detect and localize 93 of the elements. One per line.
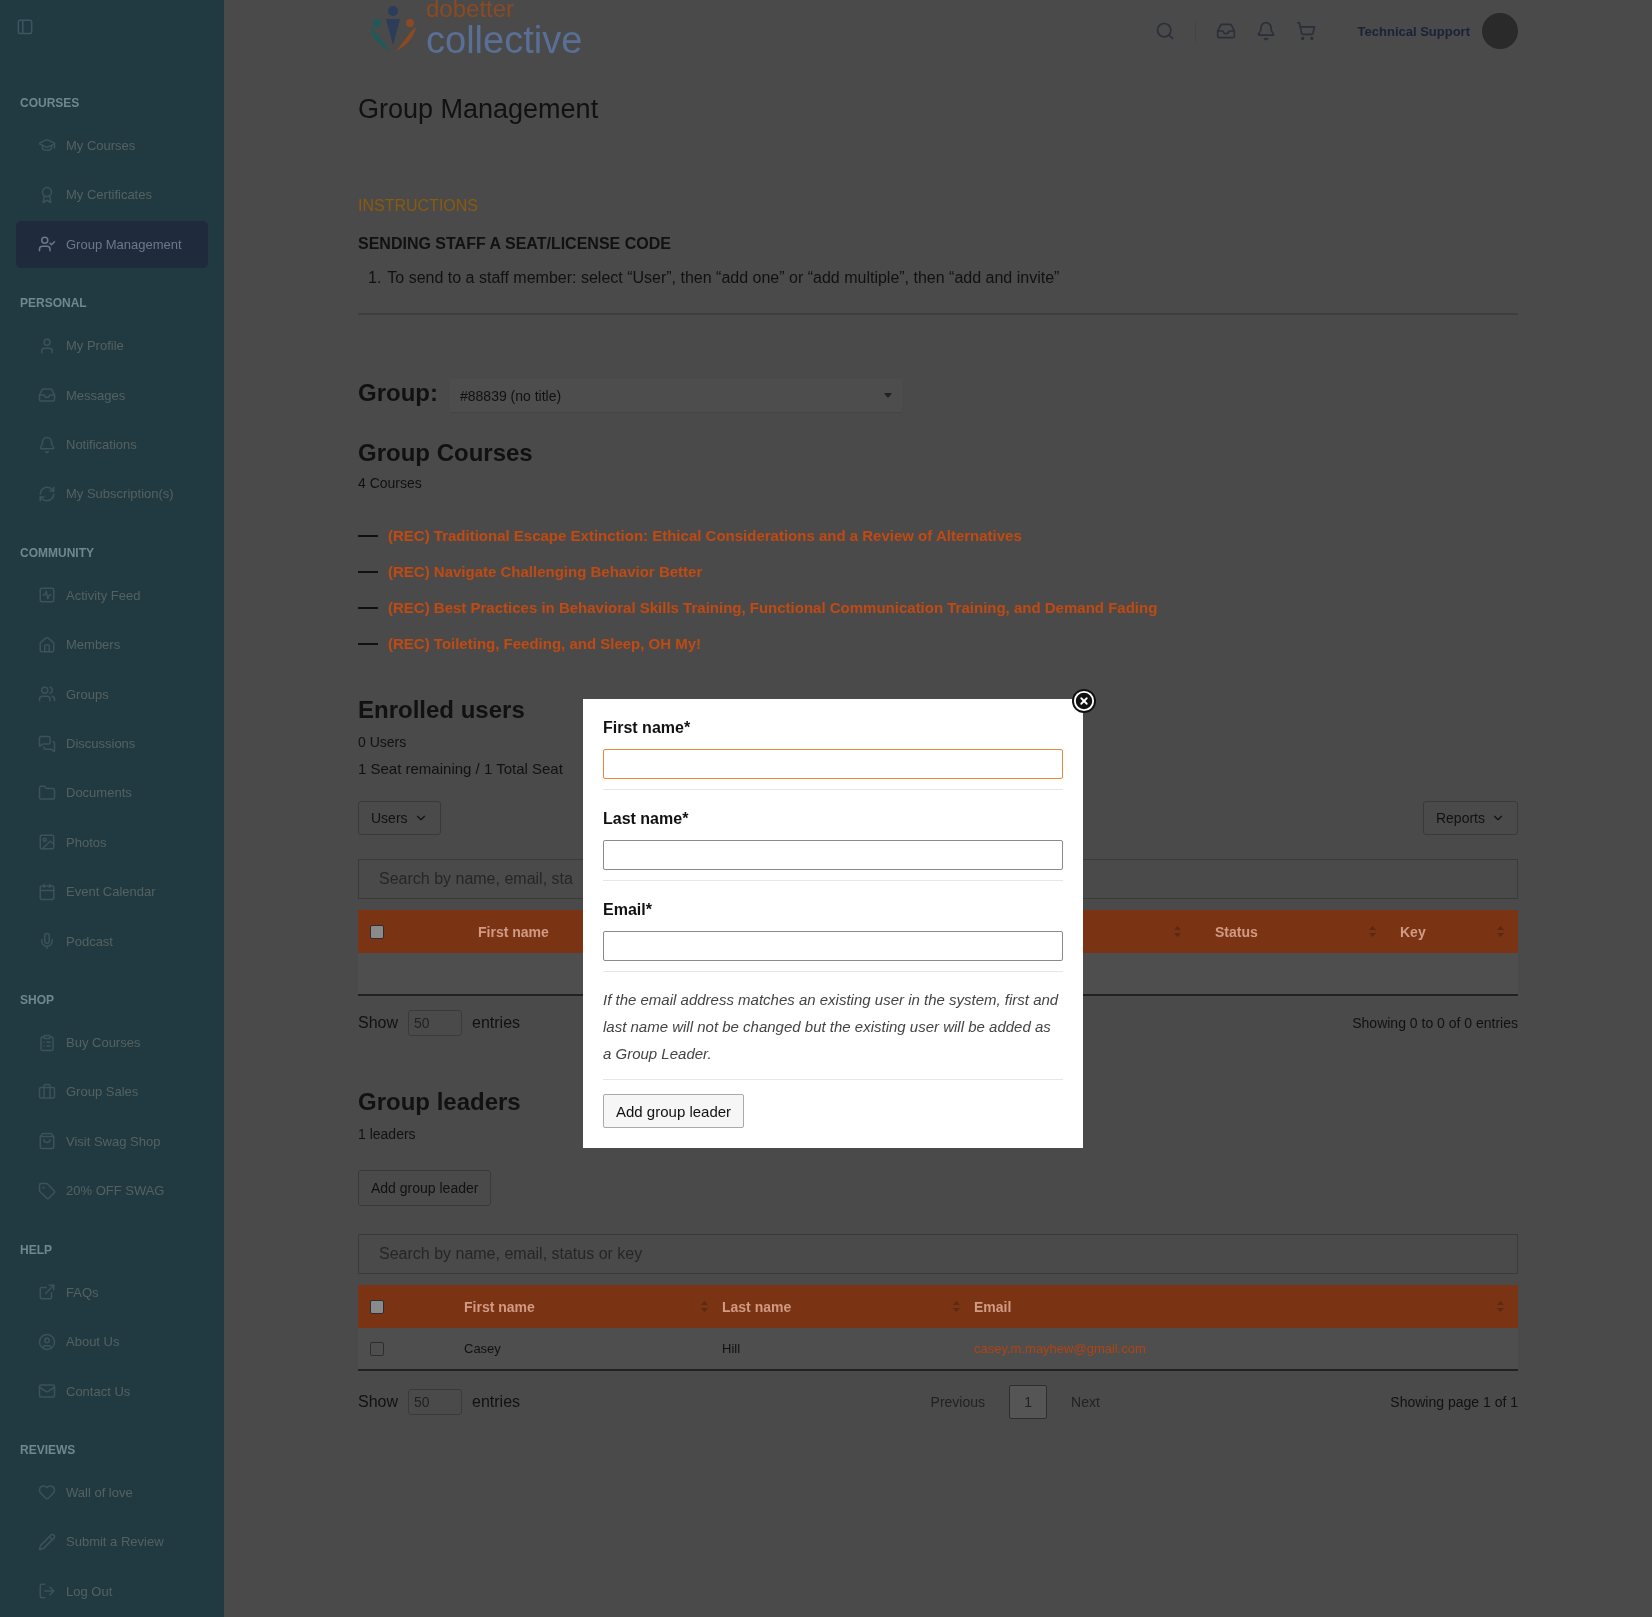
image-icon	[38, 833, 56, 852]
bag-icon	[38, 1132, 56, 1151]
folder-icon	[38, 783, 56, 802]
chat-icon	[38, 734, 56, 753]
sidebar-heading: SHOP	[20, 992, 55, 1007]
table-cell-text: Casey	[464, 1341, 502, 1356]
column-header[interactable]: First name	[478, 923, 549, 940]
course-link[interactable]: (REC) Traditional Escape Extinction: Ethical Considerations and a Review of Alternatives	[388, 527, 1022, 544]
course-count: 4 Courses	[358, 475, 422, 491]
course-link[interactable]: (REC) Toileting, Feeding, and Sleep, OH My!	[388, 635, 702, 652]
user-icon	[38, 336, 56, 355]
house-icon	[38, 635, 56, 654]
sidebar-heading: PERSONAL	[20, 296, 88, 310]
sidebar-heading: REVIEWS	[20, 1442, 77, 1457]
section-title: Enrolled users	[358, 696, 525, 724]
user-count: 0 Users	[358, 734, 407, 750]
avatar[interactable]	[1482, 13, 1518, 49]
column-header[interactable]: Status	[1215, 923, 1258, 940]
user-icon	[38, 1332, 56, 1351]
table-cell-text: Hill	[722, 1341, 742, 1356]
briefcase-icon	[38, 1083, 56, 1101]
sort-icon[interactable]	[1497, 926, 1504, 937]
sort-icon[interactable]	[953, 1301, 960, 1312]
logo-text: collective	[426, 21, 583, 59]
input-field[interactable]	[603, 931, 1063, 961]
users-dropdown[interactable]: Users	[358, 801, 441, 835]
section-title: Group Courses	[358, 439, 533, 467]
sort-icon[interactable]	[701, 1301, 708, 1312]
note-text: If the email address matches an existing user in the system, first and last name will not be changed but the existing user will be added as a Group Leader.	[603, 986, 1063, 1080]
show-label: Show	[358, 1393, 399, 1411]
sidebar-item[interactable]: Group Management	[16, 220, 208, 268]
caret-icon	[884, 393, 892, 398]
show-label: Show	[358, 1014, 399, 1032]
sort-icon[interactable]	[1497, 1301, 1504, 1312]
logout-icon	[38, 1582, 56, 1601]
instructions-heading: SENDING STAFF A SEAT/LICENSE CODE	[358, 235, 672, 253]
column-header[interactable]: Last name	[722, 1298, 792, 1315]
leader-count: 1 leaders	[358, 1126, 416, 1142]
close-button[interactable]	[1072, 689, 1096, 713]
table-info: Showing page 1 of 1	[1390, 1394, 1518, 1410]
logo-text: dobetter	[426, 0, 516, 21]
section-title: Group leaders	[358, 1088, 521, 1116]
column-header[interactable]: Email	[974, 1298, 1012, 1315]
select-all-checkbox[interactable]	[370, 1299, 384, 1314]
cart-icon[interactable]	[1295, 21, 1316, 41]
select-all-checkbox[interactable]	[370, 924, 384, 939]
course-link[interactable]: (REC) Navigate Challenging Behavior Better	[388, 563, 703, 580]
user-check-icon	[38, 235, 56, 254]
step-number: 1.	[368, 268, 382, 288]
row-checkbox[interactable]	[370, 1341, 384, 1356]
refresh-icon	[38, 484, 56, 503]
close-icon	[1073, 690, 1095, 712]
mail-icon	[38, 1382, 56, 1400]
list-icon	[38, 1033, 56, 1052]
sort-icon[interactable]	[1369, 926, 1376, 937]
instructions-label: INSTRUCTIONS	[358, 197, 479, 215]
bell-icon[interactable]	[1255, 21, 1276, 41]
table-info: Showing 0 to 0 of 0 entries	[1352, 1015, 1518, 1031]
seat-info: 1 Seat remaining / 1 Total Seat	[358, 760, 563, 777]
sidebar-heading: HELP	[20, 1242, 53, 1257]
page-title: Group Management	[358, 94, 600, 125]
bell-icon	[38, 435, 56, 454]
entries-label: entries	[472, 1014, 521, 1032]
pencil-icon	[38, 1532, 56, 1551]
input-field[interactable]	[603, 749, 1063, 779]
inbox-icon[interactable]	[1215, 21, 1236, 41]
sidebar-toggle-icon[interactable]	[16, 18, 34, 36]
inbox-icon	[38, 386, 56, 405]
group-label: Group:	[358, 379, 438, 407]
course-link[interactable]: (REC) Best Practices in Behavioral Skills Training, Functional Communication Training, and Demand Fading	[388, 599, 1158, 616]
email-link[interactable]: casey.m.mayhew@gmail.com	[974, 1341, 1518, 1356]
calendar-icon	[38, 882, 56, 901]
entries-label: entries	[472, 1393, 521, 1411]
field-label: Email*	[603, 901, 653, 919]
sidebar-heading: COURSES	[20, 95, 81, 110]
tag-icon	[38, 1181, 56, 1200]
heart-icon	[38, 1483, 56, 1502]
column-header[interactable]: Key	[1400, 923, 1426, 940]
column-header[interactable]: First name	[464, 1298, 535, 1315]
activity-icon	[38, 586, 56, 605]
field-label: First name*	[603, 719, 692, 737]
add-group-leader-button[interactable]: Add group leader	[358, 1170, 492, 1206]
people-icon	[38, 685, 56, 704]
search-icon[interactable]	[1154, 21, 1175, 41]
instruction-step: To send to a staff member: select “User”, then “add one” or “add multiple”, then “add and invite”	[387, 267, 1060, 289]
input-field[interactable]	[603, 840, 1063, 870]
sidebar-heading: COMMUNITY	[20, 545, 95, 560]
sort-icon[interactable]	[1174, 926, 1181, 937]
reports-dropdown[interactable]: Reports	[1422, 801, 1518, 835]
microphone-icon	[38, 932, 56, 951]
add-group-leader-button[interactable]: Add group leader	[603, 1094, 745, 1128]
field-label: Last name*	[603, 810, 690, 828]
external-link-icon	[38, 1283, 56, 1302]
